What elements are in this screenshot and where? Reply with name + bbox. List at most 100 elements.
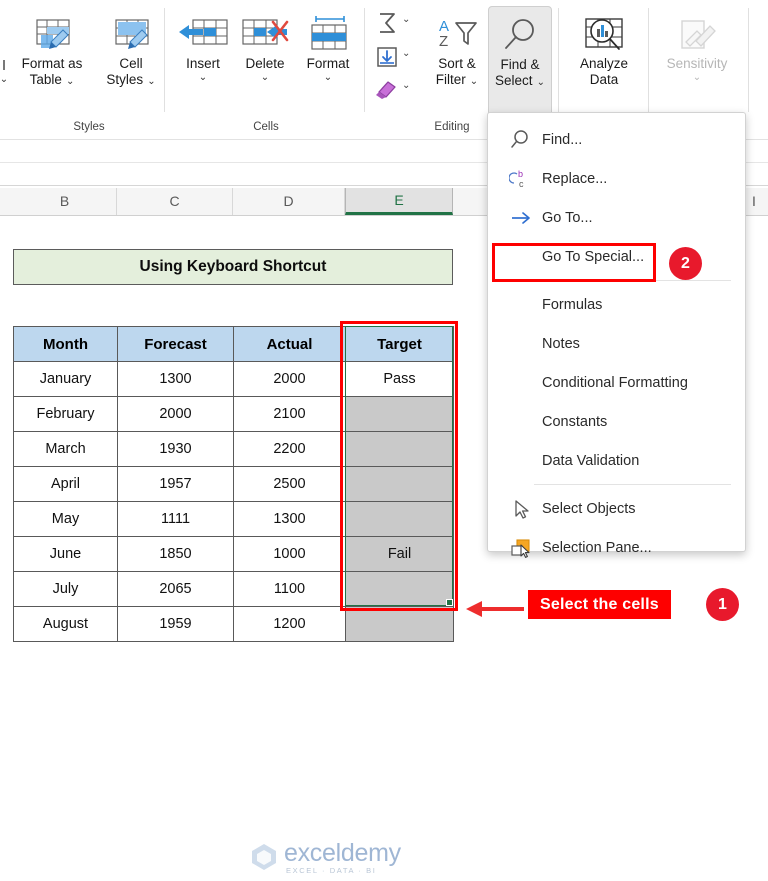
column-header-c[interactable]: C xyxy=(117,188,233,215)
sensitivity-chevron-icon[interactable]: ⌄ xyxy=(654,72,740,84)
menu-item-go-to-special[interactable]: Go To Special... xyxy=(488,237,745,276)
find-and-select-button[interactable]: Find & Select ⌄ xyxy=(488,6,552,119)
ribbon-separator-4 xyxy=(648,8,649,112)
analyze-data-label-line1: Analyze xyxy=(579,56,629,71)
table-header-actual: Actual xyxy=(233,326,346,362)
menu-item-formulas[interactable]: Formulas xyxy=(488,285,745,324)
cell-forecast-july[interactable]: 2065 xyxy=(117,571,234,607)
table-header-month: Month xyxy=(13,326,118,362)
cell-target-may[interactable] xyxy=(345,501,454,537)
find-and-select-chevron-icon[interactable]: ⌄ xyxy=(537,77,545,88)
cell-forecast-january[interactable]: 1300 xyxy=(117,361,234,397)
menu-item-select-objects[interactable]: Select Objects xyxy=(488,489,745,528)
table-row: January 1300 2000 Pass xyxy=(13,361,454,397)
cell-month-june[interactable]: June xyxy=(13,536,118,572)
menu-item-data-validation-label: Data Validation xyxy=(542,452,640,469)
table-row: May 1111 1300 xyxy=(13,501,454,537)
cell-forecast-march[interactable]: 1930 xyxy=(117,431,234,467)
cell-month-january[interactable]: January xyxy=(13,361,118,397)
menu-item-constants[interactable]: Constants xyxy=(488,402,745,441)
selection-fill-handle[interactable] xyxy=(446,599,453,606)
cell-month-july[interactable]: July xyxy=(13,571,118,607)
column-header-b[interactable]: B xyxy=(13,188,117,215)
cell-target-june[interactable]: Fail xyxy=(345,536,454,572)
menu-item-go-to[interactable]: Go To... xyxy=(488,198,745,237)
find-and-select-icon xyxy=(489,17,551,57)
column-header-d[interactable]: D xyxy=(233,188,345,215)
insert-cells-button[interactable]: Insert ⌄ xyxy=(172,16,234,84)
ribbon-group-cells-label: Cells xyxy=(253,121,279,133)
ribbon-group-styles: Format as Table ⌄ Cell Styles ⌄ Styles xyxy=(14,0,164,140)
format-as-table-button[interactable]: Format as Table ⌄ xyxy=(14,16,90,88)
insert-cells-icon xyxy=(172,16,234,56)
format-cells-button[interactable]: Format ⌄ xyxy=(296,16,360,84)
sort-and-filter-label-line1: Sort & xyxy=(438,56,476,71)
clear-chevron-icon[interactable]: ⌄ xyxy=(402,80,410,91)
table-row: August 1959 1200 xyxy=(13,606,454,642)
cell-target-february[interactable] xyxy=(345,396,454,432)
cell-month-february[interactable]: February xyxy=(13,396,118,432)
sort-and-filter-icon: A Z xyxy=(426,16,488,56)
sort-and-filter-chevron-icon[interactable]: ⌄ xyxy=(470,76,478,87)
delete-chevron-icon[interactable]: ⌄ xyxy=(234,72,296,84)
cell-month-march[interactable]: March xyxy=(13,431,118,467)
cell-styles-button[interactable]: Cell Styles ⌄ xyxy=(96,16,166,88)
exceldemy-watermark: exceldemy EXCEL · DATA · BI xyxy=(249,839,417,881)
fill-chevron-icon[interactable]: ⌄ xyxy=(402,48,410,59)
cell-actual-august[interactable]: 1200 xyxy=(233,606,346,642)
cell-target-march[interactable] xyxy=(345,431,454,467)
no-icon xyxy=(504,410,538,434)
clear-button[interactable]: ⌄ xyxy=(372,76,424,110)
cell-actual-july[interactable]: 1100 xyxy=(233,571,346,607)
format-cells-icon xyxy=(296,16,360,56)
menu-item-find[interactable]: Find... xyxy=(488,120,745,159)
cell-target-april[interactable] xyxy=(345,466,454,502)
sort-and-filter-label-line2: Filter xyxy=(435,71,466,87)
cell-actual-january[interactable]: 2000 xyxy=(233,361,346,397)
cell-forecast-february[interactable]: 2000 xyxy=(117,396,234,432)
menu-item-replace[interactable]: b c Replace... xyxy=(488,159,745,198)
watermark-tagline: EXCEL · DATA · BI xyxy=(286,866,377,875)
worksheet-title-banner: Using Keyboard Shortcut xyxy=(13,249,453,285)
format-as-table-chevron-icon[interactable]: ⌄ xyxy=(66,76,74,87)
analyze-data-button[interactable]: Analyze Data xyxy=(568,16,640,87)
cell-forecast-august[interactable]: 1959 xyxy=(117,606,234,642)
ribbon-separator-2 xyxy=(364,8,365,112)
autosum-button[interactable]: ⌄ xyxy=(372,10,424,44)
cell-forecast-may[interactable]: 1111 xyxy=(117,501,234,537)
cell-actual-may[interactable]: 1300 xyxy=(233,501,346,537)
menu-item-notes[interactable]: Notes xyxy=(488,324,745,363)
menu-item-data-validation[interactable]: Data Validation xyxy=(488,441,745,480)
fill-button[interactable]: ⌄ xyxy=(372,44,424,78)
menu-item-conditional-formatting[interactable]: Conditional Formatting xyxy=(488,363,745,402)
cell-actual-february[interactable]: 2100 xyxy=(233,396,346,432)
annotation-step1-label: Select the cells xyxy=(528,590,671,619)
find-and-select-label-line1: Find & xyxy=(500,57,540,72)
cell-month-april[interactable]: April xyxy=(13,466,118,502)
cell-forecast-april[interactable]: 1957 xyxy=(117,466,234,502)
column-header-e[interactable]: E xyxy=(345,188,453,215)
cell-actual-april[interactable]: 2500 xyxy=(233,466,346,502)
cell-actual-march[interactable]: 2200 xyxy=(233,431,346,467)
delete-cells-button[interactable]: Delete ⌄ xyxy=(234,16,296,84)
cell-month-august[interactable]: August xyxy=(13,606,118,642)
delete-cells-label: Delete xyxy=(245,56,285,71)
no-icon xyxy=(504,449,538,473)
find-and-select-label-line2: Select xyxy=(495,72,533,88)
autosum-chevron-icon[interactable]: ⌄ xyxy=(402,14,410,25)
cell-forecast-june[interactable]: 1850 xyxy=(117,536,234,572)
cell-actual-june[interactable]: 1000 xyxy=(233,536,346,572)
ribbon-group-cells: Insert ⌄ Delete ⌄ Format ⌄ Cells xyxy=(172,0,360,140)
sort-and-filter-button[interactable]: A Z Sort & Filter ⌄ xyxy=(426,16,488,88)
menu-item-notes-label: Notes xyxy=(542,335,580,352)
cell-target-july[interactable] xyxy=(345,571,454,607)
cell-month-may[interactable]: May xyxy=(13,501,118,537)
insert-chevron-icon[interactable]: ⌄ xyxy=(172,72,234,84)
sensitivity-button[interactable]: Sensitivity ⌄ xyxy=(654,16,740,84)
menu-item-selection-pane[interactable]: Selection Pane... xyxy=(488,528,745,567)
table-row: July 2065 1100 xyxy=(13,571,454,607)
cell-target-january[interactable]: Pass xyxy=(345,361,454,397)
format-chevron-icon[interactable]: ⌄ xyxy=(296,72,360,84)
cell-target-august[interactable] xyxy=(345,606,454,642)
cell-styles-chevron-icon[interactable]: ⌄ xyxy=(147,76,155,87)
